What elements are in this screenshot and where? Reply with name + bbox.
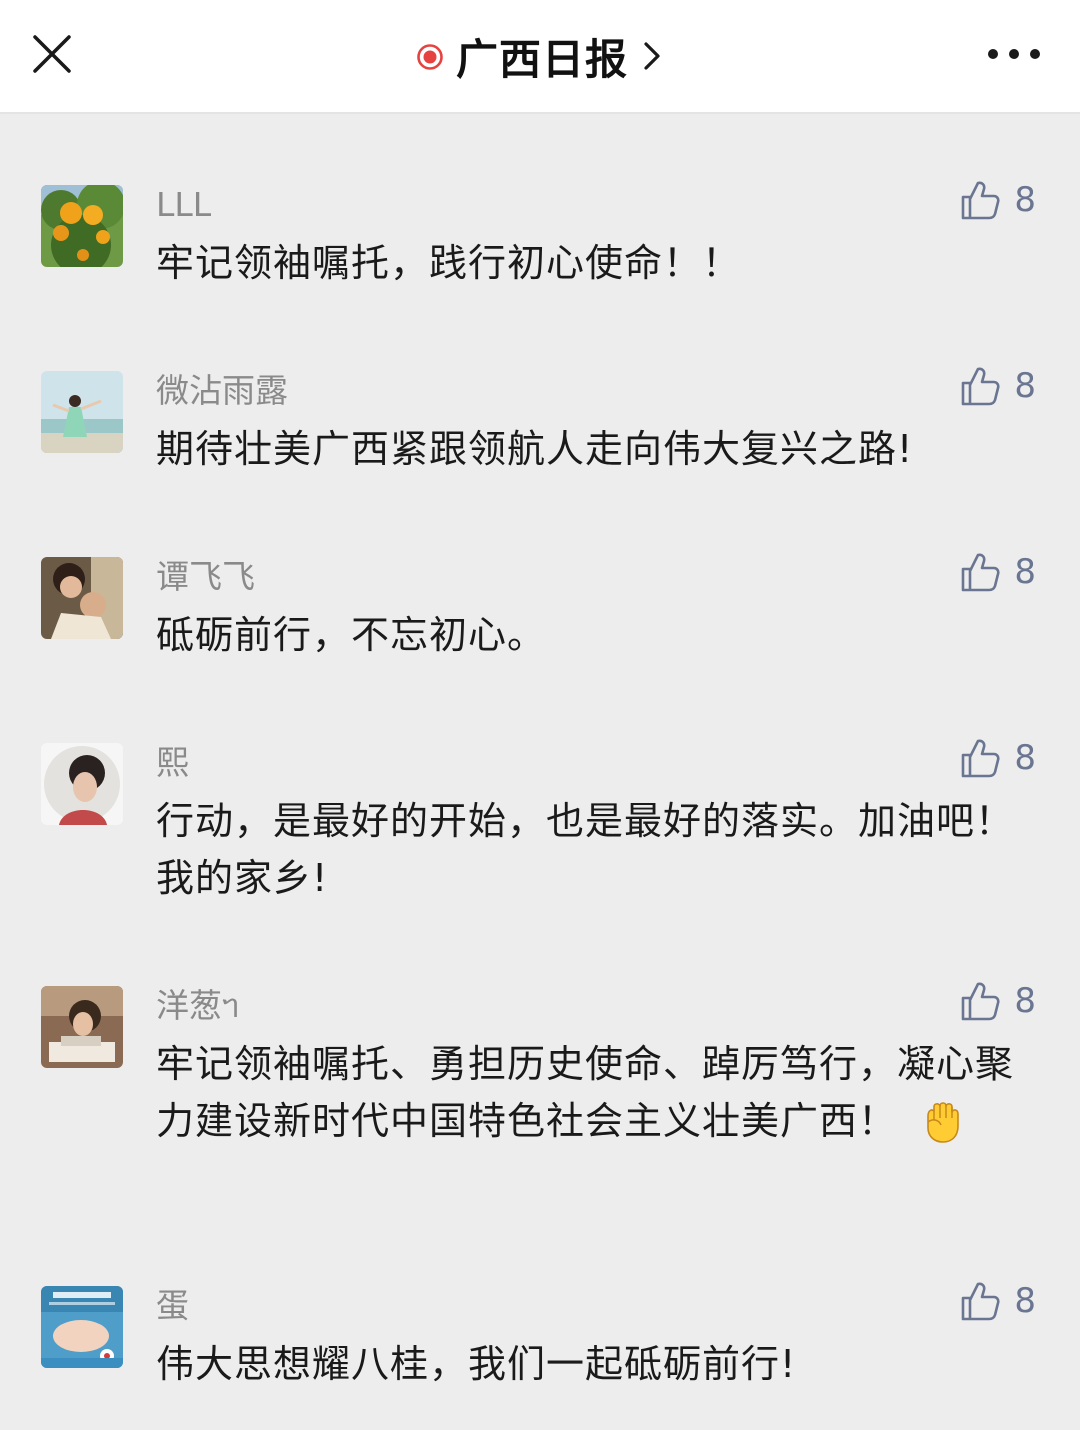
page-title: 广西日报: [455, 34, 628, 84]
like-count: 8: [1014, 366, 1036, 406]
thumbs-up-icon: [962, 553, 1000, 592]
comment-text: 砥砺前行，不忘初心。: [156, 613, 547, 657]
comment-text: 牢记领袖嘱托、勇担历史使命、踔厉笃行，凝心聚力建设新时代中国特色社会主义壮美广西…: [156, 1036, 1016, 1150]
like-button[interactable]: 8: [960, 175, 1036, 225]
avatar[interactable]: [41, 986, 123, 1068]
commenter-name[interactable]: 熙: [156, 743, 189, 783]
comment-text: 行动，是最好的开始，也是最好的落实。加油吧！我的家乡!: [156, 799, 1015, 900]
like-button[interactable]: 8: [960, 361, 1036, 411]
commenter-name[interactable]: 谭飞飞: [156, 557, 255, 597]
thumbs-up-icon: [962, 739, 1000, 778]
more-options-button[interactable]: [984, 34, 1044, 74]
like-count: 8: [1014, 738, 1036, 778]
more-dots-icon: [988, 49, 1040, 59]
avatar[interactable]: [41, 743, 123, 825]
commenter-name[interactable]: LLL: [156, 185, 211, 225]
like-count: 8: [1014, 552, 1036, 592]
avatar[interactable]: [41, 185, 123, 267]
raised-fist-emoji: [927, 1101, 959, 1143]
avatar[interactable]: [41, 371, 123, 453]
thumbs-up-icon: [962, 367, 1000, 406]
like-button[interactable]: 8: [960, 1276, 1036, 1326]
top-bar: 广西日报: [0, 0, 1080, 114]
like-button[interactable]: 8: [960, 547, 1036, 597]
record-dot-icon: [417, 44, 443, 70]
comment-text: 牢记领袖嘱托，践行初心使命！！: [156, 241, 742, 285]
commenter-name[interactable]: 蛋: [156, 1286, 189, 1326]
chevron-right-icon: [644, 42, 660, 70]
like-count: 8: [1014, 981, 1036, 1021]
avatar[interactable]: [41, 557, 123, 639]
commenter-name[interactable]: 微沾雨露: [156, 371, 288, 411]
like-button[interactable]: 8: [960, 733, 1036, 783]
thumbs-up-icon: [962, 1282, 1000, 1321]
account-title-link[interactable]: 广西日报: [0, 0, 1080, 112]
comment-text-body: 牢记领袖嘱托、勇担历史使命、踔厉笃行，凝心聚力建设新时代中国特色社会主义壮美广西…: [156, 1042, 1015, 1143]
avatar[interactable]: [41, 1286, 123, 1368]
comment-text: 伟大思想耀八桂，我们一起砥砺前行!: [156, 1342, 797, 1386]
thumbs-up-icon: [962, 982, 1000, 1021]
like-button[interactable]: 8: [960, 976, 1036, 1026]
commenter-name[interactable]: 洋葱ᥐ: [156, 986, 239, 1026]
like-count: 8: [1014, 1281, 1036, 1321]
thumbs-up-icon: [962, 181, 1000, 220]
comment-text: 期待壮美广西紧跟领航人走向伟大复兴之路!: [156, 427, 914, 471]
like-count: 8: [1014, 180, 1036, 220]
